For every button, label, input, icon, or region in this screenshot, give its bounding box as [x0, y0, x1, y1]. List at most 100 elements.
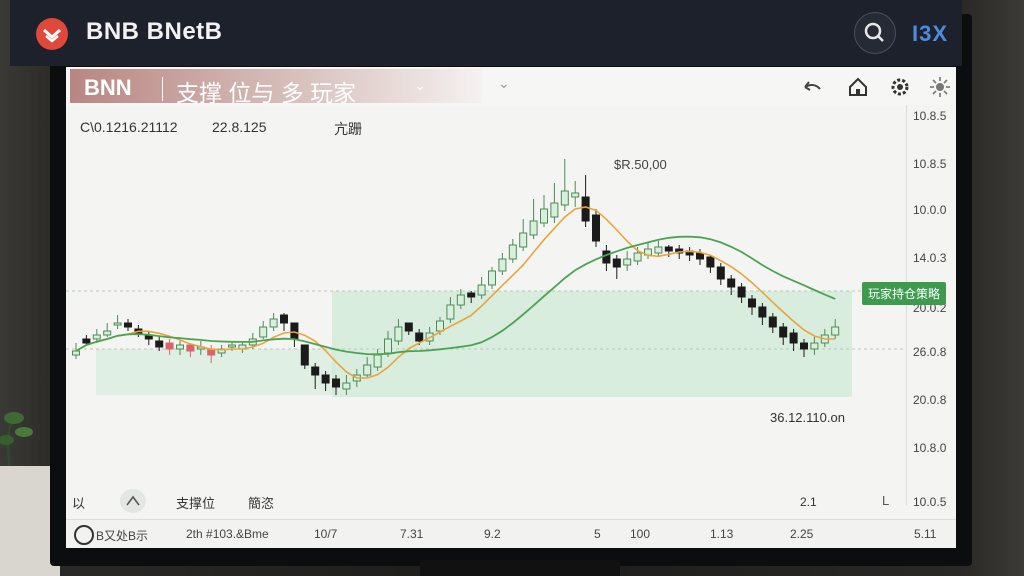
candle-body [373, 354, 382, 368]
x-tick: 9.2 [484, 527, 501, 541]
candle-body [290, 322, 299, 340]
candle-body [332, 378, 340, 388]
tool-other[interactable]: 簡恣 [248, 493, 274, 512]
candle-body [768, 316, 777, 328]
tool-left[interactable]: 以 [72, 493, 85, 512]
tool-right-b[interactable]: L [882, 493, 889, 508]
candle-body [498, 258, 507, 272]
candle-body [269, 318, 278, 328]
account-label[interactable]: I3X [912, 21, 948, 47]
symbol-label[interactable]: BNN [84, 75, 132, 101]
candle-body [394, 326, 403, 342]
candle-body [92, 334, 101, 340]
candle-body [550, 202, 559, 218]
candle-body [664, 246, 673, 252]
candle-body [654, 246, 663, 254]
candle-body [456, 294, 465, 306]
search-icon [864, 22, 884, 42]
candle-body [165, 342, 174, 350]
candle-body [810, 342, 819, 350]
candle-body [82, 338, 91, 344]
y-tick-label: 10.0.5 [913, 495, 947, 509]
candle-body [477, 284, 486, 296]
x-tick: 7.31 [400, 527, 424, 541]
candle-body [789, 332, 798, 344]
zone-rect-main [332, 291, 852, 397]
status-info: 2th #103.&Bme [186, 527, 269, 541]
candle-body [633, 252, 642, 262]
search-button[interactable] [854, 12, 896, 54]
tool-right-a[interactable]: 2.1 [800, 495, 817, 509]
candle-body [560, 190, 569, 206]
candle-body [623, 258, 632, 266]
x-tick: 1.13 [710, 527, 734, 541]
candle-body [446, 304, 455, 320]
chart-header: BNN 支撑 位与 多 玩家 ⌄ ⌄ [66, 67, 956, 106]
home-icon[interactable] [846, 75, 870, 99]
plant-decoration [0, 412, 33, 470]
avatar-icon[interactable] [74, 525, 94, 545]
peak-price-label: $R.50,00 [614, 157, 667, 172]
drawing-tool-icon[interactable] [120, 489, 146, 513]
zone-rect-left [96, 349, 336, 395]
candle-body [72, 350, 80, 356]
candle-body [488, 270, 496, 286]
chart-name[interactable]: 支撑 位与 多 玩家 [176, 74, 356, 108]
candle-body [363, 364, 372, 376]
y-tick-label: 10.8.0 [913, 441, 947, 455]
candle-body [228, 344, 236, 348]
candle-body [716, 266, 725, 280]
candle-body [571, 192, 580, 198]
candle-body [831, 326, 840, 336]
candle-body [696, 252, 704, 260]
candle-body [602, 250, 611, 264]
candle-body [124, 322, 132, 328]
candle-body [321, 374, 330, 384]
candle-body [592, 214, 600, 242]
exchange-logo-icon[interactable] [36, 18, 68, 50]
y-tick-label: 10.0.0 [913, 203, 947, 217]
y-tick-label: 20.0.8 [913, 393, 947, 407]
candle-body [737, 286, 746, 298]
candle-body [581, 196, 590, 222]
candle-body [436, 320, 444, 332]
chart-title-bar[interactable]: BNN 支撑 位与 多 玩家 ⌄ [70, 69, 482, 106]
divider [162, 77, 163, 101]
time-axis: B又处B示 2th #103.&Bme 10/7 7.31 9.2 5 100 … [66, 519, 956, 548]
sun-icon[interactable] [928, 75, 952, 99]
candle-body [727, 278, 736, 288]
chevron-down-icon[interactable]: ⌄ [414, 77, 426, 94]
drawing-toolbar: 以 支撑位 簡恣 2.1 L [66, 487, 906, 517]
strategy-tag[interactable]: 玩家持仓策略 [862, 282, 947, 305]
candle-body [155, 340, 164, 348]
candle-body [779, 326, 788, 338]
candle-body [758, 306, 767, 318]
y-tick-label: 10.8.5 [913, 157, 947, 171]
gear-icon[interactable] [888, 75, 912, 99]
candle-body [415, 332, 424, 342]
candle-body [748, 298, 756, 308]
candle-body [508, 244, 517, 260]
candle-body [467, 292, 476, 298]
y-tick-label: 14.0.3 [913, 251, 947, 265]
support-tool[interactable]: 支撑位 [176, 493, 215, 512]
candle-body [113, 322, 122, 326]
candle-body [342, 382, 351, 390]
x-tick: 100 [630, 527, 651, 541]
candle-body [176, 344, 184, 350]
candle-body [540, 208, 548, 224]
monitor-stand [420, 560, 620, 576]
x-tick: 2.25 [790, 527, 814, 541]
back-arrow-icon[interactable] [800, 75, 824, 99]
x-tick: 10/7 [314, 527, 338, 541]
candle-body [519, 232, 528, 248]
y-tick-label: 10.8.5 [913, 109, 947, 123]
x-tick: 5 [594, 527, 601, 541]
chevron-down-icon[interactable]: ⌄ [498, 75, 510, 92]
candle-body [384, 338, 392, 354]
app-title: BNB BNetB [86, 18, 223, 45]
price-chart[interactable]: $R.50,00 36.12.110.on [66, 105, 906, 505]
candle-body [300, 344, 309, 366]
price-axis[interactable]: 10.8.5 10.8.5 10.0.0 14.0.3 20.0.2 26.0.8 20.0… [906, 105, 957, 509]
trading-screen: BNN 支撑 位与 多 玩家 ⌄ ⌄ C\0.1216.21112 22.8.1… [66, 67, 957, 548]
